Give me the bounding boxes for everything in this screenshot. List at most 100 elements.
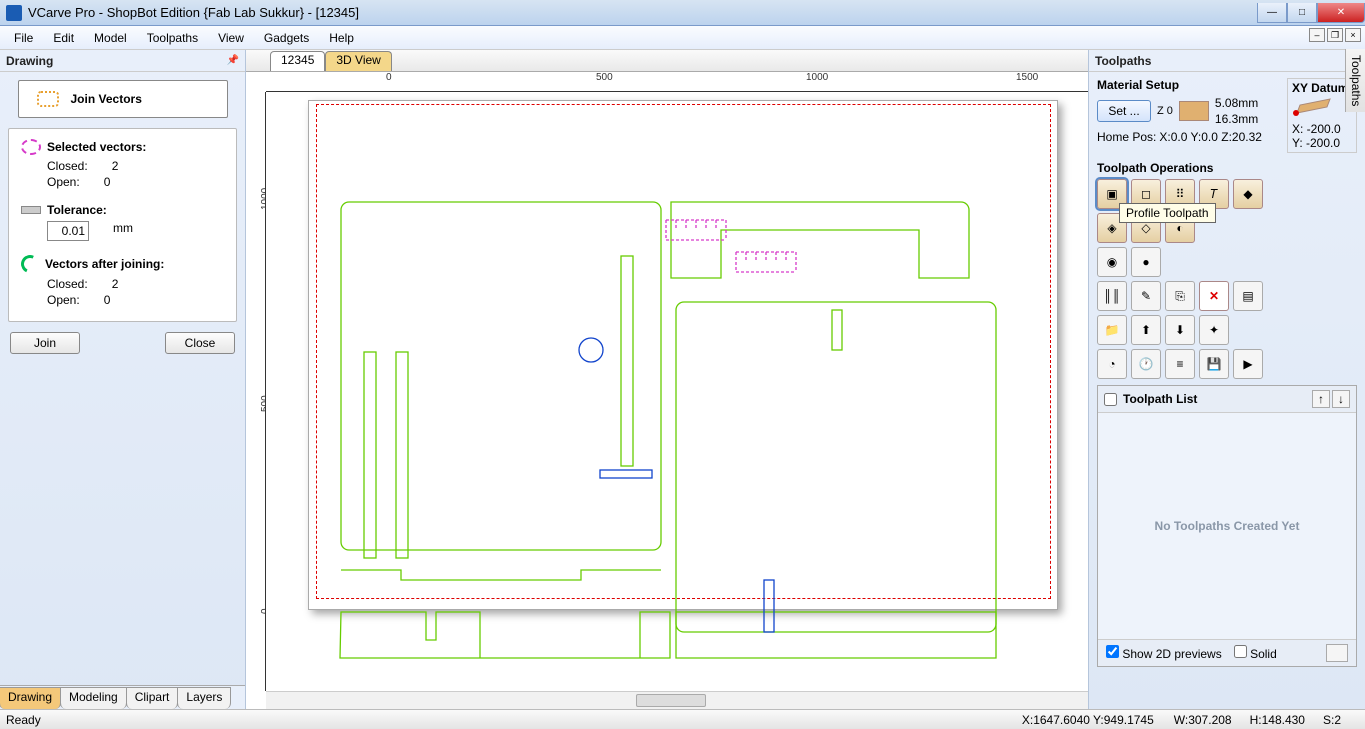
close-panel-button[interactable]: Close (165, 332, 235, 354)
tab-modeling[interactable]: Modeling (60, 687, 127, 709)
summary-icon[interactable]: ≡ (1165, 349, 1195, 379)
tab-clipart[interactable]: Clipart (126, 687, 179, 709)
toolpaths-vertical-tab[interactable]: Toolpaths (1345, 49, 1365, 112)
after-closed-value: 2 (112, 277, 119, 291)
delete-toolpath-icon[interactable]: ✕ (1199, 281, 1229, 311)
canvas-area: 12345 3D View 0 500 1000 1500 0 500 1000 (246, 50, 1088, 709)
ruler-h-tick: 0 (386, 72, 392, 83)
material-icon (1179, 101, 1209, 121)
z0-label: Z 0 (1157, 105, 1173, 117)
xy-datum-label: XY Datum (1292, 81, 1352, 95)
sphere-toolpath-icon[interactable]: ● (1131, 247, 1161, 277)
mdi-close-button[interactable]: × (1345, 28, 1361, 42)
ruler-h-tick: 500 (596, 72, 613, 83)
drawing-panel-header: Drawing 📌 (0, 50, 245, 72)
list-options-button[interactable] (1326, 644, 1348, 662)
inlay-toolpath-icon[interactable]: ◆ (1233, 179, 1263, 209)
save-toolpath-icon[interactable]: 💾 (1199, 349, 1229, 379)
mdi-restore-button[interactable]: ❐ (1327, 28, 1343, 42)
ruler-vertical: 0 500 1000 (246, 92, 266, 691)
ruler-h-tick: 1500 (1016, 72, 1038, 83)
nesting-icon[interactable]: ✦ (1199, 315, 1229, 345)
material-thickness-1: 5.08mm (1215, 96, 1258, 110)
window-title: VCarve Pro - ShopBot Edition {Fab Lab Su… (28, 5, 1257, 20)
app-icon (6, 5, 22, 21)
toolpath-list-label: Toolpath List (1123, 392, 1197, 406)
tab-3d-view[interactable]: 3D View (325, 51, 391, 71)
material-setup-label: Material Setup (1097, 78, 1277, 92)
tab-drawing[interactable]: Drawing (0, 687, 61, 709)
selected-vectors-icon (21, 139, 41, 155)
toolpath-list: Toolpath List ↑↓ No Toolpaths Created Ye… (1097, 385, 1357, 667)
toolpaths-panel-title: Toolpaths (1095, 54, 1151, 68)
pin-icon[interactable]: 📌 (227, 55, 239, 66)
scrollbar-horizontal[interactable] (266, 691, 1088, 709)
vectors-after-label: Vectors after joining: (45, 257, 164, 271)
tolerance-icon (21, 206, 41, 214)
menu-edit[interactable]: Edit (43, 28, 84, 48)
move-up-button[interactable]: ↑ (1312, 390, 1330, 408)
selected-open-value: 0 (104, 175, 111, 189)
preview-icon[interactable]: ◔ (1097, 349, 1127, 379)
toolpath-ops-label: Toolpath Operations (1097, 161, 1357, 175)
home-pos-label: Home Pos: (1097, 130, 1156, 144)
tolerance-unit: mm (113, 221, 133, 241)
tool-db-icon[interactable]: ║║ (1097, 281, 1127, 311)
selected-vectors-label: Selected vectors: (47, 140, 146, 154)
tolerance-label: Tolerance: (47, 203, 107, 217)
menu-view[interactable]: View (208, 28, 254, 48)
folder-icon[interactable]: 📁 (1097, 315, 1127, 345)
spiral-toolpath-icon[interactable]: ◉ (1097, 247, 1127, 277)
selected-closed-value: 2 (112, 159, 119, 173)
tab-layers[interactable]: Layers (177, 687, 231, 709)
toolpath-list-checkbox[interactable] (1104, 393, 1117, 406)
drawing-vectors (266, 92, 1086, 709)
scrollbar-thumb[interactable] (636, 694, 706, 707)
tolerance-input[interactable] (47, 221, 89, 241)
xy-datum-y: Y: -200.0 (1292, 136, 1352, 150)
clock-icon[interactable]: 🕐 (1131, 349, 1161, 379)
join-vectors-icon (37, 91, 59, 107)
status-s: S:2 (1323, 713, 1341, 727)
drawing-panel-title: Drawing (6, 54, 53, 68)
minimize-button[interactable]: — (1257, 3, 1287, 23)
close-button[interactable]: ✕ (1317, 3, 1365, 23)
solid-checkbox[interactable]: Solid (1234, 645, 1277, 661)
tooltip: Profile Toolpath (1119, 203, 1216, 223)
toolpaths-panel-header: Toolpaths 📌 (1089, 50, 1365, 72)
toolpaths-panel: Toolpaths 📌 Material Setup Set ... Z 0 5… (1088, 50, 1365, 709)
menu-file[interactable]: File (4, 28, 43, 48)
merge-icon[interactable]: ⬆ (1131, 315, 1161, 345)
home-pos-value: X:0.0 Y:0.0 Z:20.32 (1159, 130, 1262, 144)
menu-toolpaths[interactable]: Toolpaths (137, 28, 208, 48)
drawing-panel: Drawing 📌 Join Vectors Selected vectors:… (0, 50, 246, 709)
join-button[interactable]: Join (10, 332, 80, 354)
join-vectors-button[interactable]: Join Vectors (18, 80, 228, 118)
xy-datum-x: X: -200.0 (1292, 122, 1352, 136)
toolpath-list-empty: No Toolpaths Created Yet (1098, 413, 1356, 639)
output-icon[interactable]: ▶ (1233, 349, 1263, 379)
selected-open-label: Open: (47, 175, 80, 189)
edit-tool-icon[interactable]: ✎ (1131, 281, 1161, 311)
copy-toolpath-icon[interactable]: ⎘ (1165, 281, 1195, 311)
status-bar: Ready X:1647.6040 Y:949.1745 W:307.208 H… (0, 709, 1365, 729)
maximize-button[interactable]: □ (1287, 3, 1317, 23)
tab-12345[interactable]: 12345 (270, 51, 325, 71)
title-bar: VCarve Pro - ShopBot Edition {Fab Lab Su… (0, 0, 1365, 26)
material-set-button[interactable]: Set ... (1097, 100, 1151, 122)
status-xy: X:1647.6040 Y:949.1745 (1022, 713, 1154, 727)
ruler-horizontal: 0 500 1000 1500 (266, 72, 1088, 92)
status-h: H:148.430 (1250, 713, 1305, 727)
ruler-h-tick: 1000 (806, 72, 828, 83)
after-open-value: 0 (104, 293, 111, 307)
menu-model[interactable]: Model (84, 28, 137, 48)
menu-help[interactable]: Help (319, 28, 364, 48)
status-ready: Ready (6, 713, 41, 727)
xy-datum-icon (1292, 95, 1332, 119)
calculator-icon[interactable]: ▤ (1233, 281, 1263, 311)
array-icon[interactable]: ⬇ (1165, 315, 1195, 345)
move-down-button[interactable]: ↓ (1332, 390, 1350, 408)
menu-gadgets[interactable]: Gadgets (254, 28, 319, 48)
show-2d-checkbox[interactable]: Show 2D previews (1106, 645, 1222, 661)
mdi-minimize-button[interactable]: – (1309, 28, 1325, 42)
